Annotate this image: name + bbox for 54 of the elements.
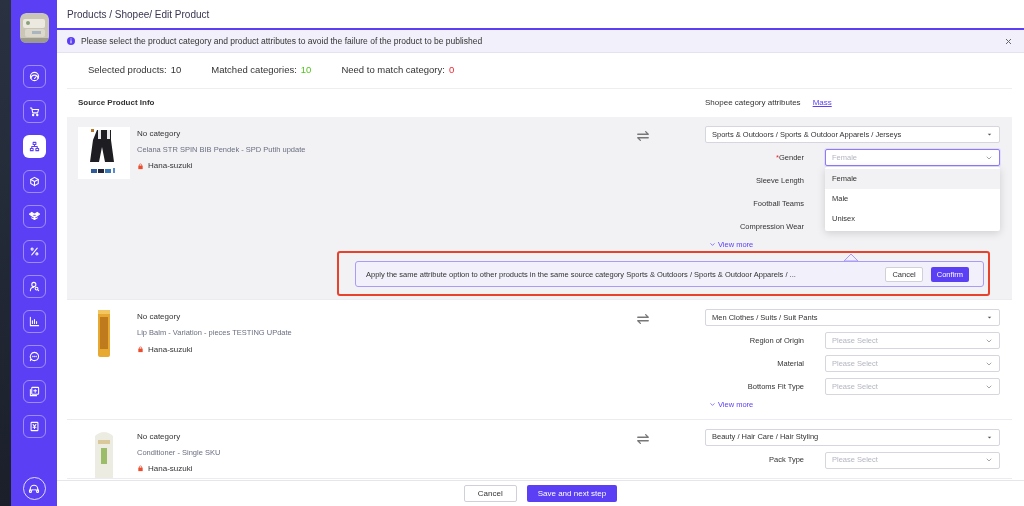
image-add-icon	[28, 386, 40, 397]
close-icon[interactable]	[1005, 37, 1012, 45]
sidebar-button[interactable]	[22, 275, 46, 298]
sidebar-button[interactable]	[22, 380, 46, 403]
save-button[interactable]: Save and next step	[526, 485, 618, 502]
shop-name: Hana-suzuki	[148, 160, 193, 173]
stat-label: Need to match category:	[341, 63, 445, 78]
category-status: No category	[137, 128, 182, 140]
hierarchy-icon	[28, 141, 40, 152]
sidebar-button[interactable]	[22, 415, 46, 438]
column-header: Shopee category attributes	[705, 96, 801, 109]
chevron-icon	[985, 456, 993, 464]
chat-icon	[28, 351, 40, 362]
swap-icon	[636, 431, 650, 446]
category-status: No category	[137, 311, 182, 324]
category-status: No category	[137, 430, 182, 443]
bar-chart-icon	[28, 316, 40, 327]
mass-link[interactable]: Mass	[812, 96, 832, 109]
chevron-icon	[709, 241, 716, 249]
sidebar-button[interactable]	[22, 240, 46, 263]
percent-icon	[28, 246, 40, 257]
shop-bag-icon	[137, 346, 144, 353]
stat-label: Matched categories:	[211, 63, 297, 78]
sidebar-button[interactable]	[22, 135, 46, 158]
swap-icon	[636, 129, 650, 143]
headset-icon	[28, 482, 40, 495]
swap-icon	[636, 312, 650, 327]
breadcrumb: Products / Shopee/ Edit Product	[67, 7, 210, 22]
sidebar-button[interactable]	[22, 345, 46, 368]
shop-name: Hana-suzuki	[148, 343, 193, 356]
sidebar-button[interactable]	[22, 65, 46, 88]
stat-value: 10	[300, 63, 312, 78]
info-icon	[67, 37, 75, 45]
shop-name: Hana-suzuki	[148, 462, 193, 475]
cart-icon	[28, 106, 40, 117]
shop-bag-icon	[137, 465, 144, 473]
stat-label: Selected products:	[88, 63, 167, 78]
cancel-button[interactable]: Cancel	[463, 485, 517, 502]
sidebar-button[interactable]	[22, 170, 46, 193]
sidebar-button[interactable]	[22, 205, 46, 228]
sidebar-button[interactable]	[22, 100, 46, 123]
gauge-icon	[28, 71, 40, 82]
sidebar-button[interactable]	[22, 310, 46, 333]
caret-icon	[986, 131, 993, 138]
stat-value: 10	[170, 63, 182, 78]
shop-bag-icon	[137, 162, 144, 170]
badge-icon	[28, 421, 40, 432]
stat-value: 0	[448, 63, 455, 78]
chevron-icon	[709, 401, 716, 409]
cube-icon	[28, 176, 40, 187]
column-header: Source Product Info	[78, 96, 156, 109]
user-search-icon	[28, 281, 40, 292]
boxes-icon	[28, 211, 40, 222]
notice-text: Please select the product category and product attributes to avoid the failure of the product to be published	[81, 34, 484, 48]
